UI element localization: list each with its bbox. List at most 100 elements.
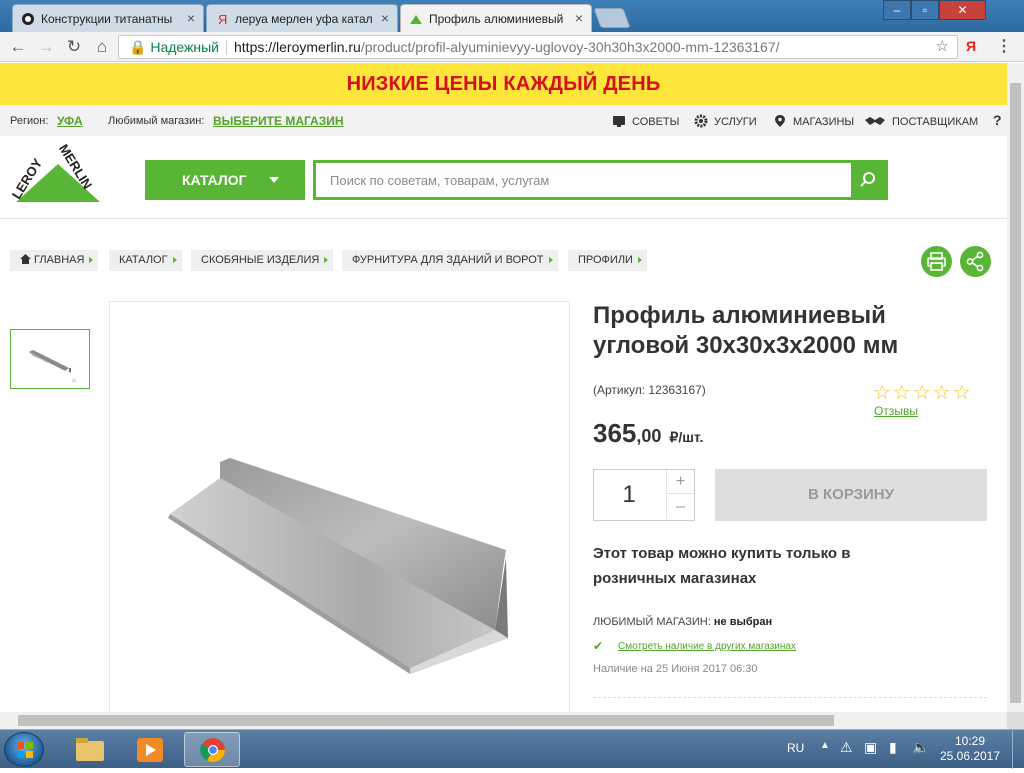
yandex-favicon-icon: Я [218,12,227,26]
browser-tab[interactable]: Конструкции титанатны × [12,4,204,32]
info-bar: Регион: УФА Любимый магазин: ВЫБЕРИТЕ МА… [0,105,1007,136]
leroy-merlin-logo[interactable]: LEROY MERLIN [8,144,102,204]
taskbar-media-player[interactable] [122,732,178,767]
reload-icon[interactable]: ↻ [64,37,84,57]
browser-toolbar: ← → ↻ ⌂ 🔒 Надежный https://leroymerlin.r… [0,32,1024,62]
catalog-button[interactable]: КАТАЛОГ [145,160,305,200]
browser-tab[interactable]: Я леруа мерлен уфа катал × [206,4,398,32]
secure-indicator: 🔒 Надежный [129,39,220,55]
reviews-link[interactable]: Отзывы [874,404,918,418]
url-host: https://leroymerlin.ru [234,39,361,55]
browser-tab-active[interactable]: Профиль алюминиевый × [400,4,592,32]
forward-arrow-icon[interactable]: → [36,37,56,57]
product-image-frame[interactable] [109,301,570,712]
services-link[interactable]: УСЛУГИ [694,114,757,128]
svg-text:Я: Я [218,12,227,26]
availability-link[interactable]: Смотреть наличие в других магазинах [618,641,796,652]
breadcrumb-home[interactable]: ГЛАВНАЯ [10,250,99,271]
add-to-cart-button[interactable]: В КОРЗИНУ [715,469,987,521]
rating-stars[interactable]: ☆☆☆☆☆ [873,380,973,405]
availability-date: Наличие на 25 Июня 2017 06:30 [593,663,758,675]
product-article: (Артикул: 12363167) [593,383,706,397]
advice-link[interactable]: СОВЕТЫ [612,114,679,128]
vertical-scrollbar[interactable] [1007,63,1024,712]
taskbar-chrome[interactable] [184,732,240,767]
scrollbar-corner [1007,712,1024,729]
search-input[interactable] [316,163,852,197]
breadcrumb-hardware[interactable]: СКОБЯНЫЕ ИЗДЕЛИЯ [191,250,334,271]
help-icon[interactable]: ? [993,112,1002,128]
chevron-right-icon [548,257,553,263]
chrome-icon [200,738,225,763]
region-link[interactable]: УФА [57,114,83,128]
stores-link[interactable]: МАГАЗИНЫ [773,114,854,128]
maximize-window-button[interactable]: ▫ [911,0,939,20]
quantity-decrease-button[interactable]: – [666,495,694,519]
url-path: /product/profil-alyuminievyy-uglovoy-30h… [360,39,780,55]
retail-only-note: Этот товар можно купить только в розничн… [593,545,851,587]
address-bar[interactable]: 🔒 Надежный https://leroymerlin.ru/produc… [118,35,958,59]
print-button[interactable] [921,246,952,277]
quantity-stepper: 1 + – [593,469,695,521]
bookmark-star-icon[interactable]: ☆ [936,36,949,58]
breadcrumb-fittings[interactable]: ФУРНИТУРА ДЛЯ ЗДАНИЙ И ВОРОТ [342,250,558,271]
secure-label: Надежный [150,39,220,55]
quantity-increase-button[interactable]: + [666,470,694,494]
close-window-button[interactable]: ✕ [939,0,986,20]
quantity-input[interactable]: 1 [594,470,664,520]
address-separator [226,40,227,55]
site-favicon-icon [22,13,34,25]
tray-volume-icon[interactable]: 🔈 [912,739,929,756]
leroy-favicon-icon [410,15,422,24]
promo-banner[interactable]: НИЗКИЕ ЦЕНЫ КАЖДЫЙ ДЕНЬ [0,63,1007,105]
close-tab-icon[interactable]: × [381,10,389,26]
minimize-window-button[interactable]: – [883,0,911,20]
horizontal-scrollbar[interactable] [0,712,1007,729]
tray-update-icon[interactable]: ⚠ [840,739,853,756]
new-tab-button[interactable] [593,8,631,28]
back-arrow-icon[interactable]: ← [8,37,28,57]
search-box [313,160,888,200]
close-tab-icon[interactable]: × [187,10,195,26]
search-button[interactable] [851,163,885,197]
region-label: Регион: [10,115,49,127]
favorite-store-status-label: ЛЮБИМЫЙ МАГАЗИН: [593,616,711,628]
printer-icon [927,252,946,271]
product-title: Профиль алюминиевый угловой 30x30x3x2000… [593,302,899,359]
system-clock[interactable]: 10:29 25.06.2017 [935,734,1005,764]
breadcrumb-label: ПРОФИЛИ [578,254,633,266]
favorite-store-status: ЛЮБИМЫЙ МАГАЗИН: не выбран [593,616,772,628]
tray-network-icon[interactable]: ▣ [864,739,877,756]
chevron-right-icon [324,257,329,263]
breadcrumb-label: СКОБЯНЫЕ ИЗДЕЛИЯ [201,254,320,266]
horizontal-scroll-thumb[interactable] [18,715,834,726]
show-desktop-button[interactable] [1012,730,1024,769]
browser-menu-icon[interactable]: ⋮ [996,36,1012,56]
suppliers-label: ПОСТАВЩИКАМ [892,116,979,128]
home-icon[interactable]: ⌂ [92,37,112,57]
tray-power-icon[interactable]: ▮ [889,739,897,756]
check-icon: ✔ [593,639,604,653]
choose-store-link[interactable]: ВЫБЕРИТЕ МАГАЗИН [213,114,344,128]
yandex-extension-button[interactable]: Я [966,38,976,54]
vertical-scroll-thumb[interactable] [1010,83,1021,703]
start-button[interactable] [4,732,44,767]
product-thumbnail[interactable] [10,329,90,389]
media-player-icon [137,738,163,762]
language-indicator[interactable]: RU [787,741,804,755]
suppliers-link[interactable]: ПОСТАВЩИКАМ [864,114,978,128]
browser-tab-title: Конструкции титанатны [41,12,173,26]
page-viewport: НИЗКИЕ ЦЕНЫ КАЖДЫЙ ДЕНЬ Регион: УФА Люби… [0,63,1007,712]
favorite-store-status-value: не выбран [713,616,773,628]
tray-chevron-icon[interactable]: ▲ [820,740,830,751]
taskbar-explorer[interactable] [62,732,118,767]
breadcrumb-catalog[interactable]: КАТАЛОГ [109,250,182,271]
chevron-right-icon [89,257,94,263]
stores-label: МАГАЗИНЫ [793,116,855,128]
url-text: https://leroymerlin.ru/product/profil-al… [234,36,780,58]
share-button[interactable] [960,246,991,277]
browser-tab-strip: Конструкции титанатны × Я леруа мерлен у… [0,0,1024,32]
folder-icon [76,738,104,761]
close-tab-icon[interactable]: × [575,10,583,26]
breadcrumb-profiles[interactable]: ПРОФИЛИ [568,250,647,271]
